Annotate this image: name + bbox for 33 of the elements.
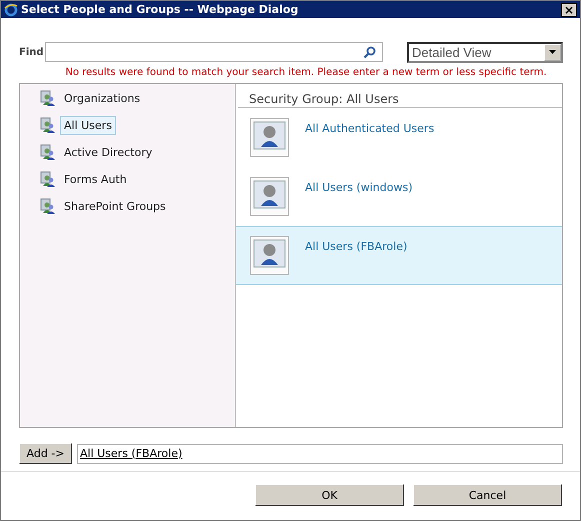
- group-icon: [40, 198, 56, 214]
- source-item[interactable]: Active Directory: [60, 142, 156, 162]
- result-row[interactable]: All Users (windows): [236, 167, 562, 226]
- results-heading: Security Group: All Users: [238, 92, 562, 108]
- browser-icon: [4, 2, 18, 16]
- result-row[interactable]: All Authenticated Users: [236, 108, 562, 167]
- group-icon: [40, 144, 56, 160]
- user-icon: [250, 177, 289, 216]
- result-link[interactable]: All Users (FBArole): [305, 240, 408, 253]
- source-item[interactable]: Organizations: [60, 88, 144, 108]
- user-icon: [250, 236, 289, 275]
- selection-field[interactable]: All Users (FBArole): [77, 444, 563, 464]
- source-item[interactable]: SharePoint Groups: [60, 196, 170, 216]
- error-message: No results were found to match your search item. Please enter a new term or less specific term.: [64, 67, 548, 80]
- search-icon[interactable]: [363, 46, 376, 58]
- find-field[interactable]: [45, 42, 383, 62]
- source-item[interactable]: Forms Auth: [60, 170, 131, 188]
- group-icon: [40, 171, 56, 187]
- group-icon: [40, 90, 56, 106]
- add-button[interactable]: Add ->: [19, 443, 72, 464]
- result-link[interactable]: All Authenticated Users: [305, 122, 434, 135]
- dialog-button[interactable]: Cancel: [413, 484, 562, 506]
- user-icon: [250, 118, 289, 157]
- group-icon: [40, 117, 56, 133]
- view-dropdown-value: Detailed View: [411, 44, 492, 60]
- window-title: Select People and Groups -- Webpage Dialog: [21, 3, 300, 16]
- find-label: Find: [19, 46, 45, 58]
- dialog-button[interactable]: OK: [255, 484, 404, 506]
- view-dropdown[interactable]: Detailed View: [407, 42, 563, 62]
- result-link[interactable]: All Users (windows): [305, 181, 412, 194]
- close-button[interactable]: ×: [561, 2, 577, 16]
- source-item[interactable]: All Users: [60, 116, 116, 134]
- result-row[interactable]: All Users (FBArole): [236, 226, 562, 285]
